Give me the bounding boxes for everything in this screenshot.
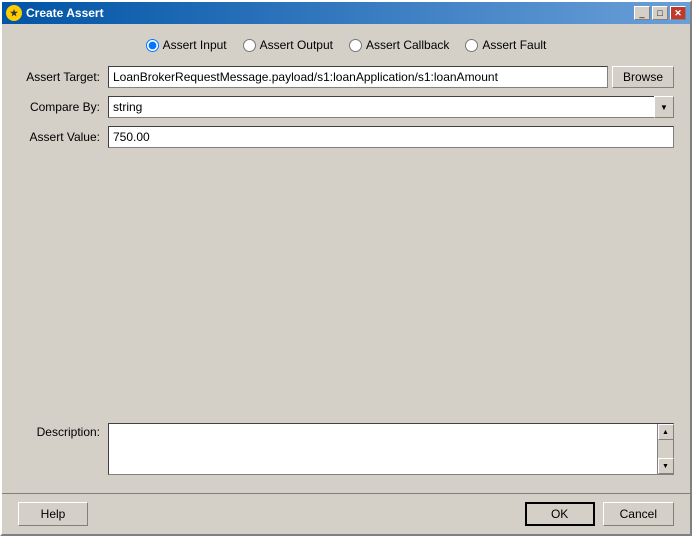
compare-by-select-wrapper: string integer boolean float ▼ [108, 96, 674, 118]
title-bar-left: ★ Create Assert [6, 5, 104, 21]
compare-by-row: Compare By: string integer boolean float… [18, 96, 674, 118]
radio-assert-callback-label: Assert Callback [366, 38, 449, 52]
radio-assert-callback[interactable]: Assert Callback [349, 38, 449, 52]
dialog-content: Assert Input Assert Output Assert Callba… [2, 24, 690, 493]
radio-assert-fault[interactable]: Assert Fault [465, 38, 546, 52]
spacer [18, 156, 674, 415]
window-title: Create Assert [26, 6, 104, 20]
description-area-wrapper: ▲ ▼ [108, 423, 674, 475]
compare-by-select[interactable]: string integer boolean float [108, 96, 674, 118]
assert-value-label: Assert Value: [18, 130, 108, 144]
assert-target-row: Assert Target: Browse [18, 66, 674, 88]
minimize-button[interactable]: _ [634, 6, 650, 20]
scroll-track [658, 440, 673, 458]
ok-cancel-group: OK Cancel [525, 502, 674, 526]
cancel-button[interactable]: Cancel [603, 502, 674, 526]
radio-assert-fault-label: Assert Fault [482, 38, 546, 52]
description-scrollbar: ▲ ▼ [657, 424, 673, 474]
ok-button[interactable]: OK [525, 502, 595, 526]
browse-button[interactable]: Browse [612, 66, 674, 88]
radio-assert-output-label: Assert Output [260, 38, 333, 52]
radio-assert-input[interactable]: Assert Input [146, 38, 227, 52]
window-icon: ★ [6, 5, 22, 21]
radio-group: Assert Input Assert Output Assert Callba… [18, 38, 674, 52]
description-textarea[interactable] [109, 424, 657, 474]
compare-by-label: Compare By: [18, 100, 108, 114]
scroll-up-button[interactable]: ▲ [658, 424, 674, 440]
radio-assert-output[interactable]: Assert Output [243, 38, 333, 52]
assert-value-row: Assert Value: [18, 126, 674, 148]
description-label: Description: [18, 423, 108, 439]
description-row: Description: ▲ ▼ [18, 423, 674, 475]
title-bar: ★ Create Assert _ □ ✕ [2, 2, 690, 24]
close-button[interactable]: ✕ [670, 6, 686, 20]
radio-assert-input-label: Assert Input [163, 38, 227, 52]
maximize-button[interactable]: □ [652, 6, 668, 20]
title-bar-buttons: _ □ ✕ [634, 6, 686, 20]
create-assert-dialog: ★ Create Assert _ □ ✕ Assert Input Asser… [0, 0, 692, 536]
help-button[interactable]: Help [18, 502, 88, 526]
assert-target-label: Assert Target: [18, 70, 108, 84]
assert-target-input[interactable] [108, 66, 608, 88]
button-bar: Help OK Cancel [2, 493, 690, 534]
scroll-down-button[interactable]: ▼ [658, 458, 674, 474]
assert-value-input[interactable] [108, 126, 674, 148]
